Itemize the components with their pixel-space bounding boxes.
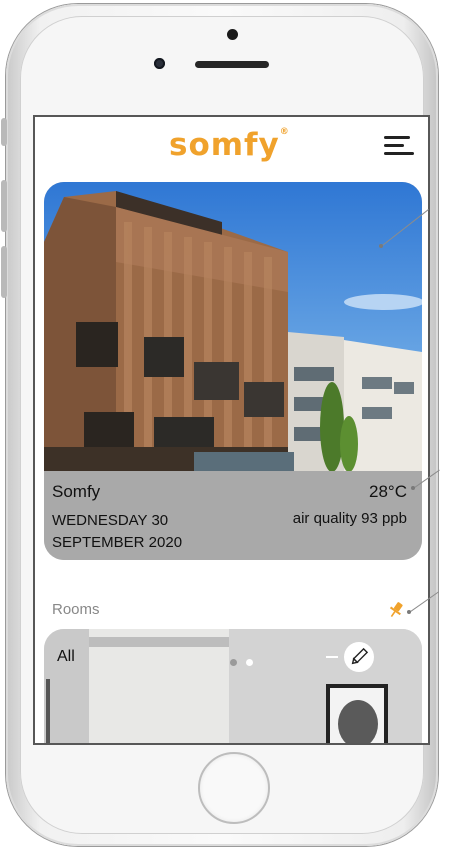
app-screen: somfy® Somfy 28°C WEDNESDAY 30 SEPTEMBER… (33, 115, 430, 745)
date-line-2: SEPTEMBER 2020 (52, 534, 183, 551)
date-line-1: WEDNESDAY 30 (52, 512, 169, 529)
temperature: 28°C (369, 482, 407, 501)
room-card-all[interactable]: All (44, 629, 422, 743)
building-photo (44, 182, 422, 471)
mute-switch (1, 118, 7, 146)
volume-up-button (1, 180, 7, 232)
brand-registered-mark: ® (279, 127, 290, 137)
front-camera (154, 58, 165, 69)
date: WEDNESDAY 30 SEPTEMBER 2020 (52, 510, 222, 554)
home-card[interactable]: Somfy 28°C WEDNESDAY 30 SEPTEMBER 2020 a… (44, 182, 422, 560)
volume-down-button (1, 246, 7, 298)
pin-button[interactable] (386, 601, 406, 623)
callout-dot-info (411, 486, 415, 490)
brand-text: somfy (169, 127, 280, 163)
home-name: Somfy (52, 482, 101, 501)
pencil-icon (351, 647, 369, 665)
earpiece-speaker (195, 61, 269, 68)
rooms-section-title: Rooms (52, 601, 100, 618)
callout-dot-pin (407, 610, 411, 614)
proximity-sensor (227, 29, 238, 40)
somfy-logo: somfy® (169, 127, 290, 163)
page-dot-active[interactable] (246, 659, 253, 666)
air-quality: air quality 93 ppb (292, 510, 407, 527)
home-button[interactable] (198, 752, 270, 824)
hamburger-menu-button[interactable] (384, 133, 416, 159)
callout-dot-photo (379, 244, 383, 248)
page-dot-inactive[interactable] (230, 659, 237, 666)
edit-room-button[interactable] (344, 642, 374, 672)
pin-icon (389, 602, 403, 618)
home-info-panel: Somfy 28°C WEDNESDAY 30 SEPTEMBER 2020 a… (44, 471, 422, 560)
edit-dash (326, 656, 338, 658)
room-label: All (57, 648, 75, 665)
